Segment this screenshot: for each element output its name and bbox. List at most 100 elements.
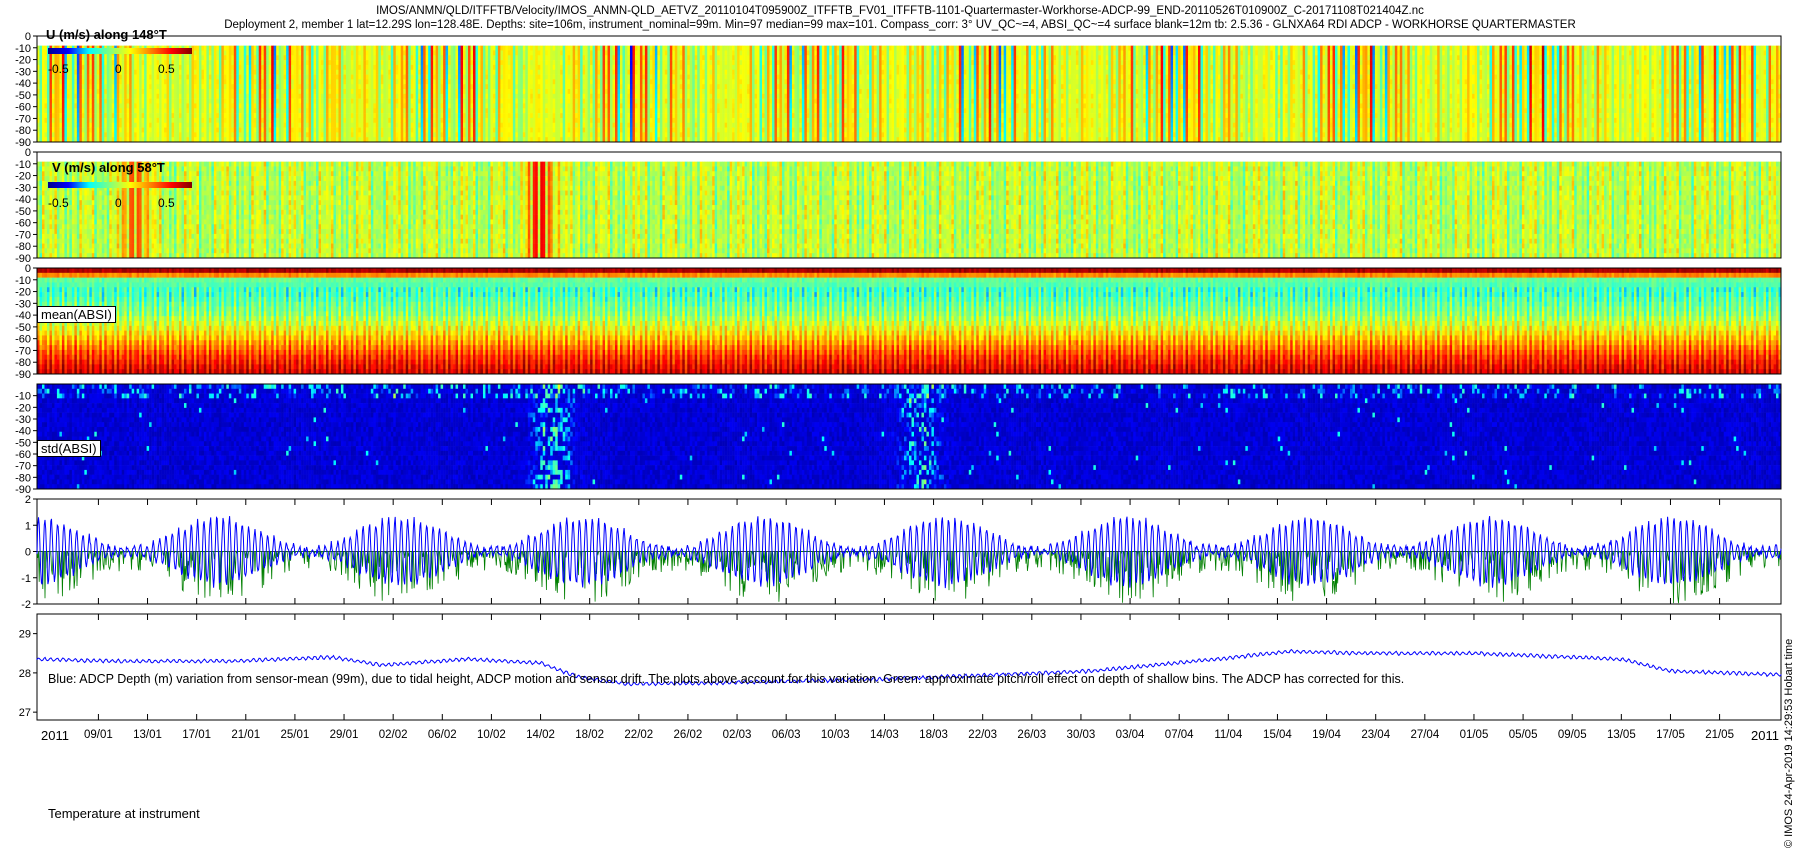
u-velocity-heatmap-cell: [164, 103, 167, 108]
u-velocity-heatmap-cell: [72, 123, 75, 128]
u-velocity-heatmap-cell: [172, 84, 175, 89]
u-velocity-heatmap-cell: [191, 132, 194, 137]
u-velocity-heatmap-cell: [264, 84, 267, 89]
u-velocity-heatmap-cell: [259, 75, 262, 80]
u-velocity-heatmap-cell: [87, 99, 90, 104]
u-velocity-heatmap-cell: [251, 60, 254, 65]
u-velocity-heatmap-cell: [77, 132, 80, 137]
u-velocity-heatmap-cell: [172, 128, 175, 133]
u-velocity-heatmap-cell: [182, 55, 185, 60]
u-velocity-heatmap-cell: [117, 94, 120, 99]
u-velocity-heatmap-cell: [219, 113, 222, 118]
u-velocity-heatmap-cell: [109, 118, 112, 123]
u-velocity-heatmap-cell: [214, 84, 217, 89]
u-velocity-heatmap-cell: [129, 84, 132, 89]
u-velocity-heatmap-cell: [59, 108, 62, 113]
u-velocity-heatmap-cell: [264, 118, 267, 123]
u-velocity-heatmap-cell: [211, 118, 214, 123]
u-velocity-heatmap-cell: [239, 46, 242, 51]
u-velocity-heatmap-cell: [189, 123, 192, 128]
u-velocity-heatmap-cell: [42, 84, 45, 89]
u-velocity-heatmap-cell: [67, 123, 70, 128]
u-velocity-heatmap-cell: [129, 70, 132, 75]
u-velocity-heatmap-cell: [54, 84, 57, 89]
u-velocity-heatmap-cell: [194, 79, 197, 84]
u-velocity-heatmap-cell: [246, 46, 249, 51]
u-velocity-heatmap-cell: [154, 89, 157, 94]
u-velocity-heatmap-cell: [256, 70, 259, 75]
u-velocity-heatmap-cell: [74, 99, 77, 104]
u-velocity-heatmap-cell: [184, 94, 187, 99]
u-velocity-heatmap-cell: [266, 84, 269, 89]
u-velocity-heatmap-cell: [244, 70, 247, 75]
u-velocity-heatmap-cell: [249, 99, 252, 104]
u-velocity-heatmap-cell: [199, 123, 202, 128]
u-velocity-heatmap-cell: [87, 75, 90, 80]
u-velocity-heatmap-cell: [109, 84, 112, 89]
u-velocity-heatmap-cell: [256, 60, 259, 65]
u-velocity-heatmap-cell: [279, 108, 282, 113]
u-velocity-heatmap-cell: [259, 128, 262, 133]
u-velocity-heatmap-cell: [224, 46, 227, 51]
u-velocity-heatmap-cell: [87, 108, 90, 113]
u-velocity-heatmap-cell: [191, 94, 194, 99]
u-velocity-heatmap-cell: [254, 99, 257, 104]
u-velocity-heatmap-cell: [177, 65, 180, 70]
u-velocity-heatmap-cell: [221, 132, 224, 137]
u-velocity-heatmap-cell: [144, 70, 147, 75]
u-velocity-heatmap-cell: [194, 132, 197, 137]
u-velocity-heatmap-cell: [119, 103, 122, 108]
u-velocity-heatmap-cell: [84, 94, 87, 99]
u-velocity-heatmap-cell: [276, 89, 279, 94]
u-velocity-heatmap-cell: [216, 94, 219, 99]
u-velocity-heatmap-cell: [271, 46, 274, 51]
u-velocity-heatmap-cell: [256, 103, 259, 108]
u-velocity-heatmap-cell: [112, 132, 115, 137]
u-velocity-heatmap-cell: [47, 55, 50, 60]
u-velocity-heatmap-cell: [114, 128, 117, 133]
u-velocity-heatmap-cell: [211, 50, 214, 55]
u-velocity-heatmap-cell: [44, 46, 47, 51]
u-velocity-heatmap-cell: [249, 79, 252, 84]
u-velocity-heatmap-cell: [159, 128, 162, 133]
u-velocity-heatmap-cell: [42, 113, 45, 118]
u-velocity-heatmap-cell: [154, 94, 157, 99]
u-velocity-heatmap-cell: [137, 108, 140, 113]
u-velocity-heatmap-cell: [189, 99, 192, 104]
u-velocity-heatmap-cell: [112, 128, 115, 133]
u-velocity-heatmap-cell: [52, 113, 55, 118]
u-velocity-heatmap-cell: [177, 60, 180, 65]
u-velocity-heatmap-cell: [254, 55, 257, 60]
u-velocity-heatmap-cell: [184, 79, 187, 84]
u-velocity-heatmap-cell: [62, 118, 65, 123]
u-velocity-heatmap-cell: [209, 94, 212, 99]
u-velocity-heatmap-cell: [94, 108, 97, 113]
u-velocity-heatmap-cell: [184, 60, 187, 65]
u-velocity-heatmap-cell: [231, 46, 234, 51]
u-velocity-heatmap-cell: [196, 50, 199, 55]
u-velocity-heatmap-cell: [184, 128, 187, 133]
u-velocity-heatmap-cell: [107, 128, 110, 133]
u-velocity-heatmap-cell: [244, 55, 247, 60]
u-velocity-heatmap-cell: [84, 60, 87, 65]
u-velocity-heatmap-cell: [256, 84, 259, 89]
u-velocity-heatmap-cell: [174, 108, 177, 113]
u-velocity-heatmap-cell: [249, 50, 252, 55]
u-velocity-heatmap-cell: [279, 113, 282, 118]
u-velocity-heatmap-cell: [59, 118, 62, 123]
u-velocity-heatmap-cell: [44, 113, 47, 118]
u-velocity-heatmap-cell: [251, 50, 254, 55]
u-velocity-heatmap-cell: [219, 118, 222, 123]
u-velocity-heatmap-cell: [99, 118, 102, 123]
u-velocity-heatmap-cell: [221, 79, 224, 84]
u-velocity-heatmap-cell: [241, 128, 244, 133]
u-velocity-heatmap-cell: [201, 118, 204, 123]
u-velocity-heatmap-cell: [152, 75, 155, 80]
u-velocity-heatmap-cell: [216, 99, 219, 104]
u-velocity-heatmap-cell: [179, 55, 182, 60]
u-velocity-heatmap-cell: [269, 55, 272, 60]
u-velocity-heatmap-cell: [256, 50, 259, 55]
u-velocity-heatmap-cell: [67, 99, 70, 104]
u-velocity-heatmap-cell: [196, 118, 199, 123]
u-velocity-heatmap-cell: [266, 79, 269, 84]
